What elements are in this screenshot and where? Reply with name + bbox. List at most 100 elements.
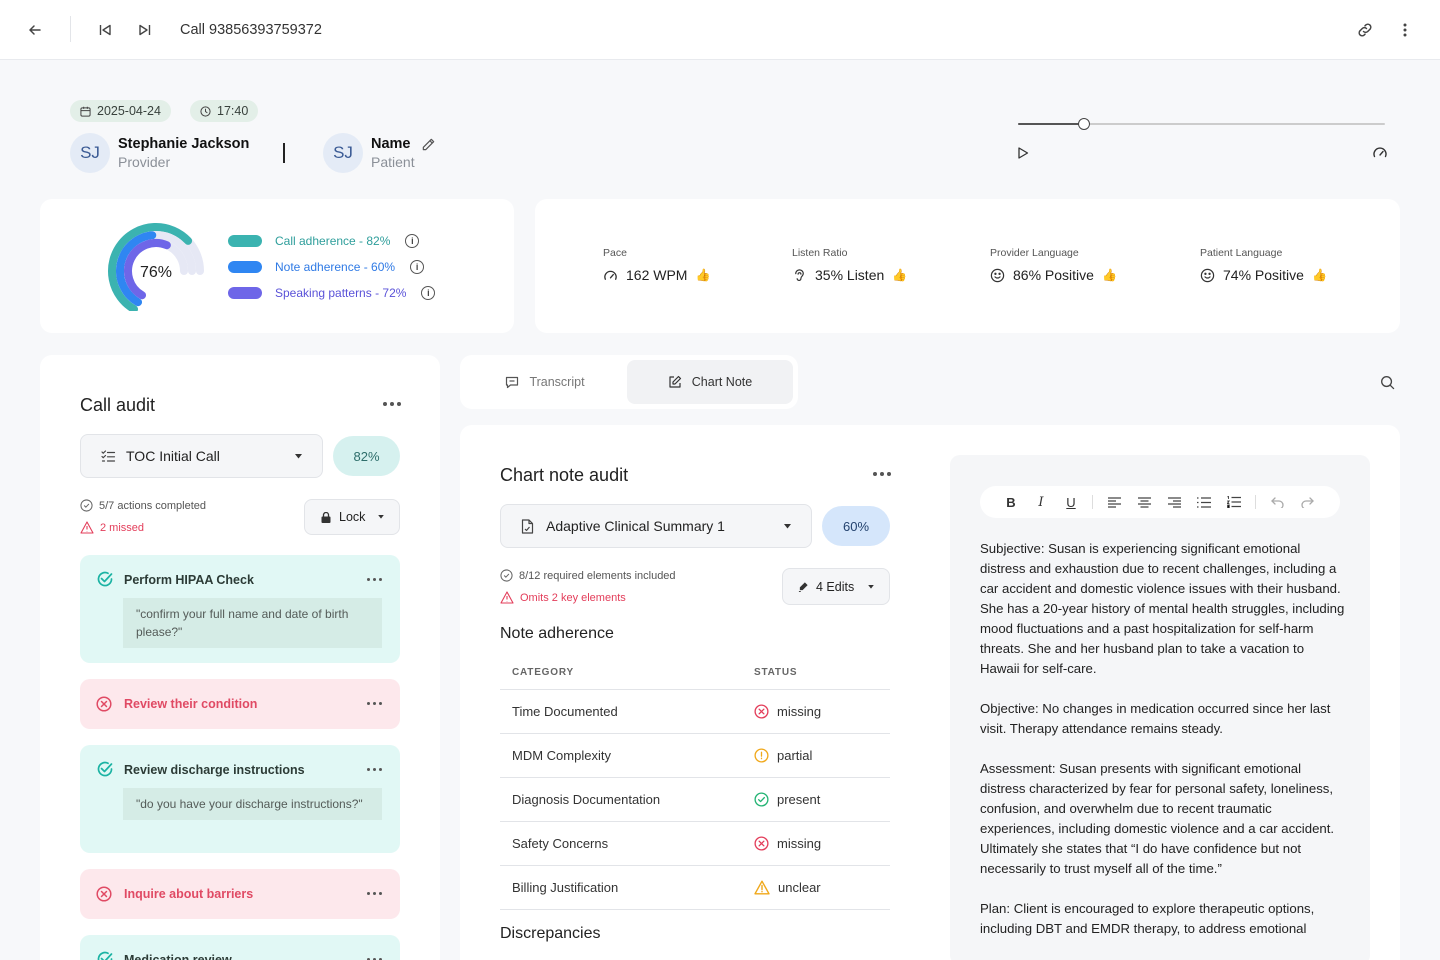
undo-icon[interactable]: [1262, 487, 1292, 517]
note-paragraph: Subjective: Susan is experiencing signif…: [980, 541, 1345, 676]
status-text: missing: [777, 703, 822, 719]
italic-icon[interactable]: I: [1026, 487, 1056, 517]
more-vertical-icon[interactable]: [1391, 16, 1419, 44]
bold-icon[interactable]: B: [996, 487, 1026, 517]
smile-icon: [990, 268, 1005, 283]
legend-item: Speaking patterns - 72% i: [228, 286, 436, 300]
align-right-icon[interactable]: [1159, 487, 1189, 517]
more-options-icon[interactable]: [367, 768, 382, 771]
info-icon[interactable]: i: [421, 286, 436, 300]
x-circle-icon: [754, 835, 769, 851]
redo-icon[interactable]: [1292, 487, 1322, 517]
thumbs-up-icon: 👍: [695, 268, 711, 282]
template-dropdown[interactable]: Adaptive Clinical Summary 1: [500, 504, 812, 548]
edit-pencil-icon[interactable]: [414, 130, 442, 158]
included-status: 8/12 required elements included: [500, 569, 676, 582]
info-icon[interactable]: i: [405, 234, 420, 248]
edits-button[interactable]: 4 Edits: [782, 568, 890, 605]
checklist-icon: [101, 449, 116, 463]
chart-note-panel: Chart note audit Adaptive Clinical Summa…: [460, 425, 1400, 960]
warning-triangle-icon: [754, 880, 770, 895]
column-header: CATEGORY: [500, 657, 742, 690]
more-options-icon[interactable]: [383, 402, 401, 406]
check-circle-icon: [500, 569, 513, 582]
discrepancies-title: Discrepancies: [500, 925, 601, 942]
link-icon[interactable]: [1351, 16, 1379, 44]
caret-down-icon: [868, 585, 874, 589]
slider-handle[interactable]: [1078, 118, 1091, 130]
caret-down-icon: [784, 524, 791, 529]
divider: [283, 143, 285, 163]
more-options-icon[interactable]: [367, 578, 382, 581]
table-row: Diagnosis Documentation present: [500, 777, 890, 822]
skip-previous-icon[interactable]: [91, 16, 119, 44]
underline-icon[interactable]: U: [1056, 487, 1086, 517]
metric-pace: Pace 162 WPM 👍: [603, 247, 710, 283]
metric-value: 162 WPM: [626, 267, 688, 283]
audit-action-card[interactable]: Inquire about barriers: [80, 869, 400, 919]
speed-gauge-icon[interactable]: [1366, 139, 1394, 167]
action-title: Review their condition: [124, 697, 258, 711]
table-row: Time Documented missing: [500, 689, 890, 734]
info-icon[interactable]: i: [410, 260, 425, 274]
tab-chart-note[interactable]: Chart Note: [627, 360, 793, 404]
legend-swatch: [228, 261, 262, 273]
top-bar: Call 93856393759372: [0, 0, 1440, 60]
call-time: 17:40: [217, 104, 249, 118]
more-options-icon[interactable]: [367, 702, 382, 705]
audit-action-card[interactable]: Perform HIPAA Check "confirm your full n…: [80, 555, 400, 663]
skip-next-icon[interactable]: [131, 16, 159, 44]
bullet-list-icon[interactable]: [1189, 487, 1219, 517]
audit-action-card[interactable]: Review discharge instructions "do you ha…: [80, 745, 400, 853]
more-options-icon[interactable]: [367, 892, 382, 895]
status-cell: missing: [742, 821, 890, 866]
metric-provider-language: Provider Language 86% Positive 👍: [990, 247, 1117, 283]
overall-score: 76%: [139, 264, 173, 281]
template-dropdown[interactable]: TOC Initial Call: [80, 434, 323, 478]
status-cell: unclear: [742, 865, 890, 910]
action-title: Inquire about barriers: [124, 887, 254, 901]
note-paragraph: Objective: No changes in medication occu…: [980, 701, 1331, 736]
action-title: Perform HIPAA Check: [124, 573, 254, 587]
playback-slider[interactable]: [1018, 117, 1385, 133]
more-options-icon[interactable]: [873, 472, 891, 476]
metric-listen-ratio: Listen Ratio 35% Listen 👍: [792, 247, 907, 283]
edit-note-icon: [668, 375, 682, 389]
legend-label: Speaking patterns - 72%: [275, 286, 407, 300]
time-chip: 17:40: [190, 100, 259, 122]
align-center-icon[interactable]: [1129, 487, 1159, 517]
category-cell: MDM Complexity: [500, 733, 742, 778]
status-text: partial: [777, 747, 813, 763]
call-audit-panel: Call audit TOC Initial Call 82% 5/7 acti…: [40, 355, 440, 960]
chat-bubble-icon: [505, 376, 519, 389]
provider-role: Provider: [118, 154, 171, 170]
note-body[interactable]: Subjective: Susan is experiencing signif…: [980, 539, 1345, 959]
formatting-toolbar: B I U: [980, 486, 1340, 518]
note-paragraph: Plan: Client is encouraged to explore th…: [980, 901, 1315, 936]
lock-button[interactable]: Lock: [304, 499, 400, 535]
note-paragraph: Assessment: Susan presents with signific…: [980, 761, 1335, 876]
date-chip: 2025-04-24: [70, 100, 171, 122]
align-left-icon[interactable]: [1099, 487, 1129, 517]
patient-name: Name: [371, 136, 411, 152]
audit-action-card[interactable]: Medication review: [80, 935, 400, 960]
document-icon: [521, 518, 534, 534]
action-quote: "do you have your discharge instructions…: [123, 788, 382, 820]
category-cell: Safety Concerns: [500, 821, 742, 866]
legend-label: Call adherence - 82%: [275, 234, 391, 248]
smile-icon: [1200, 268, 1215, 283]
back-arrow-icon[interactable]: [21, 16, 49, 44]
ear-icon: [792, 268, 807, 283]
numbered-list-icon[interactable]: [1219, 487, 1249, 517]
play-icon[interactable]: [1009, 139, 1037, 167]
audit-action-card[interactable]: Review their condition: [80, 679, 400, 729]
call-date: 2025-04-24: [97, 104, 161, 118]
metric-value: 35% Listen: [815, 267, 885, 283]
tab-transcript[interactable]: Transcript: [465, 360, 625, 404]
action-title: Review discharge instructions: [124, 763, 305, 777]
metric-patient-language: Patient Language 74% Positive 👍: [1200, 247, 1327, 283]
x-circle-icon: [96, 886, 112, 902]
search-icon[interactable]: [1373, 368, 1401, 396]
call-audit-score: 82%: [333, 436, 400, 476]
legend-swatch: [228, 287, 262, 299]
